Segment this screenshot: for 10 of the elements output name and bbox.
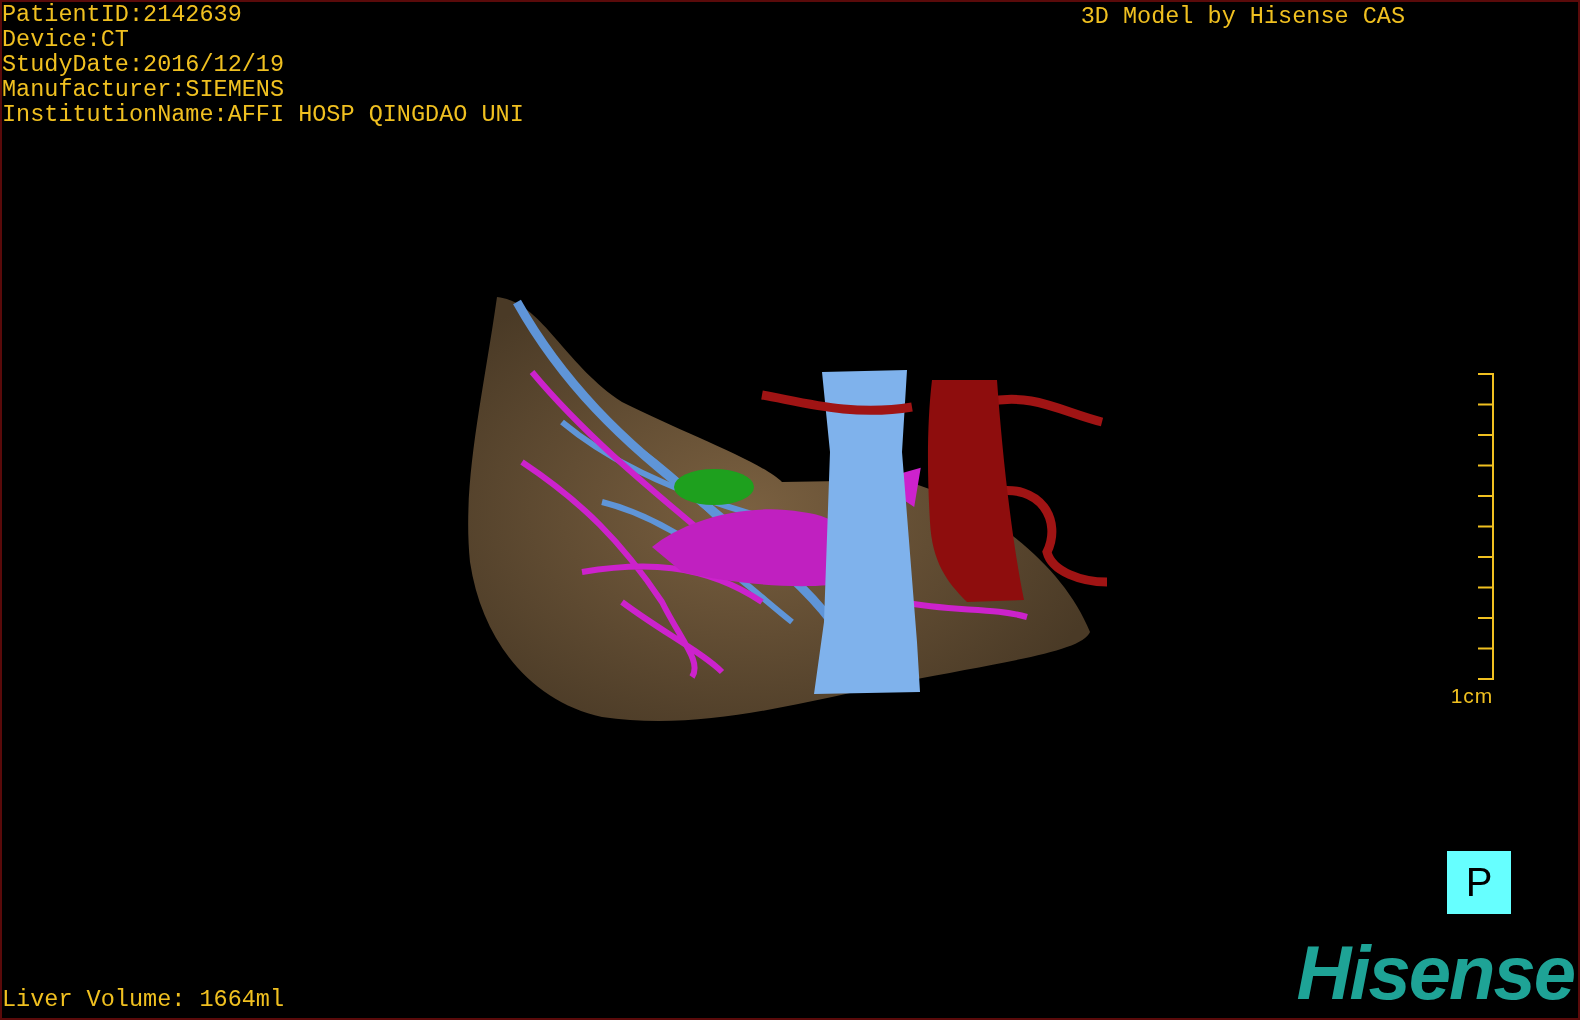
info-text: Device:CT	[2, 27, 130, 52]
scale-label: 1cm	[1450, 684, 1494, 708]
info-text: StudyDate:2016/12/19	[2, 52, 286, 77]
logo-text: Hisense	[1296, 938, 1575, 1017]
model-title: 3D Model by Hisense CAS	[1080, 2, 1405, 29]
info-text: PatientID:2142639	[2, 2, 243, 27]
orientation-button[interactable]: P	[1447, 851, 1511, 914]
info-text: InstitutionName:AFFI HOSP QINGDAO UNI	[2, 102, 524, 127]
liver-volume-text: Liver Volume: 1664ml	[2, 987, 285, 1015]
info-text: Manufacturer:SIEMENS	[2, 77, 286, 102]
